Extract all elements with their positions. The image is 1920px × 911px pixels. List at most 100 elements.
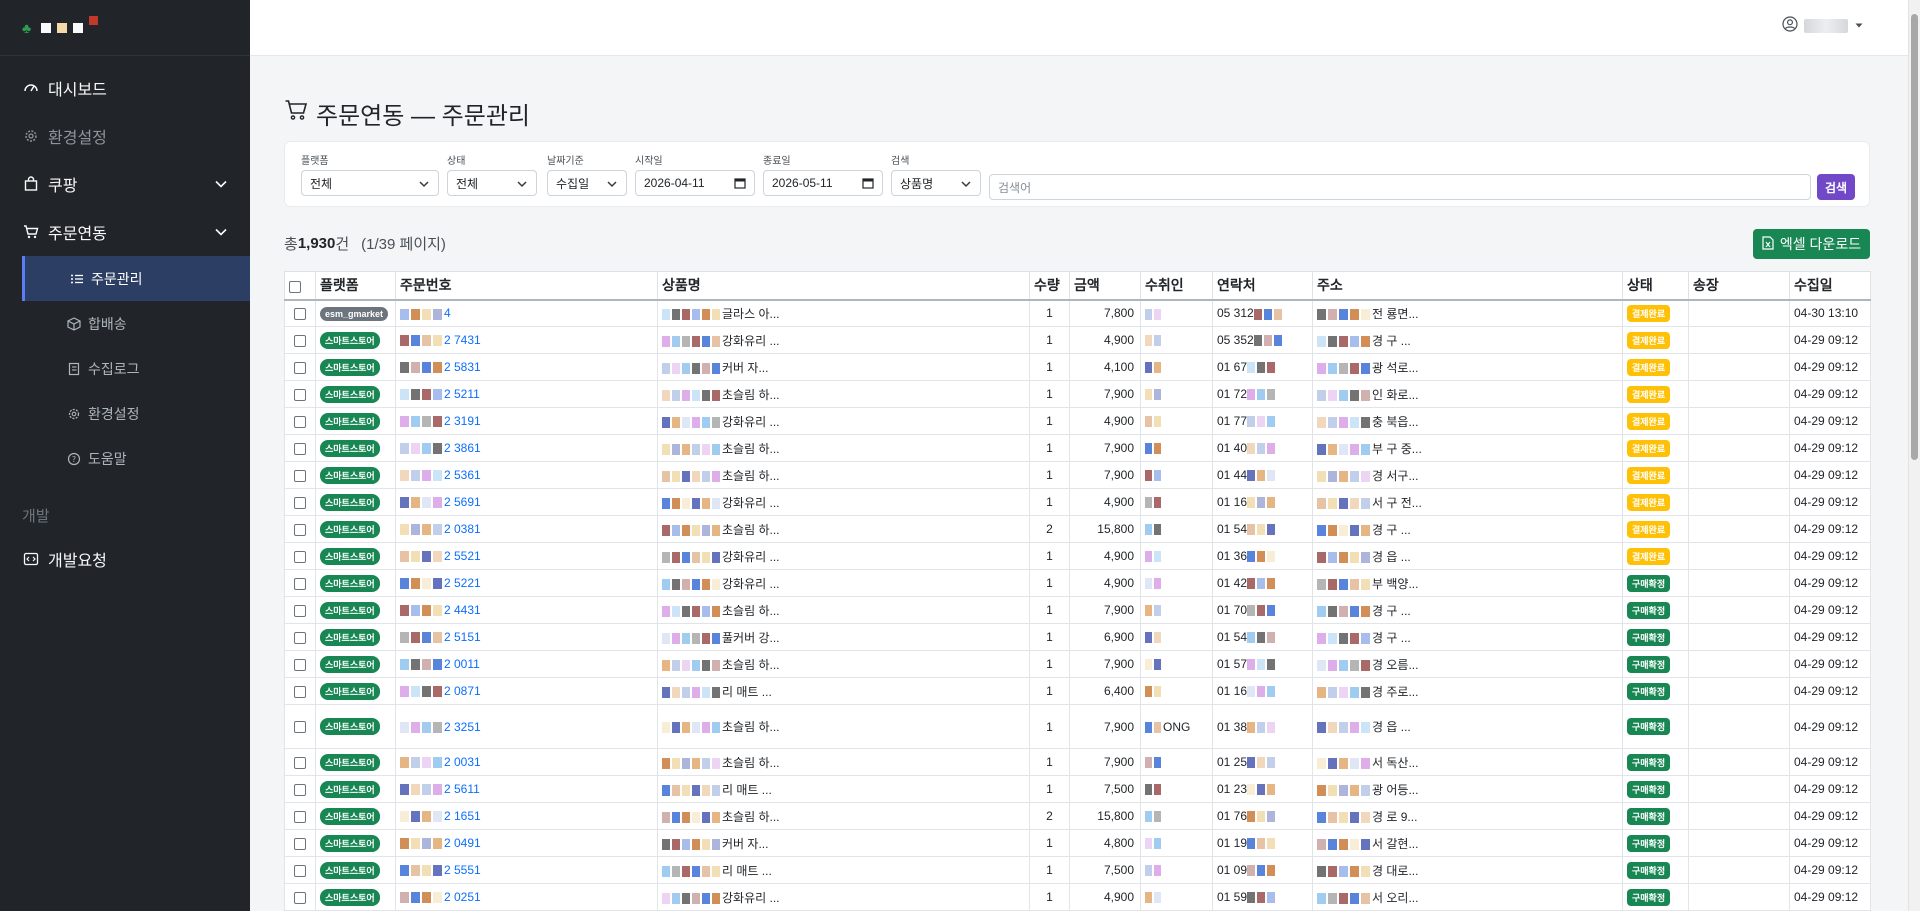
- date-basis-select[interactable]: 수집일: [547, 170, 627, 196]
- order-number-link[interactable]: 2 0011: [444, 657, 480, 671]
- row-checkbox[interactable]: [294, 577, 306, 590]
- table-row[interactable]: 스마트스토어 2 1651 초슬림 하... 2 15,800 01 76 경 로 9...…: [284, 802, 1871, 830]
- order-number-cell[interactable]: 2 5221: [395, 569, 658, 597]
- order-number-cell[interactable]: 2 5551: [395, 856, 658, 884]
- calendar-icon[interactable]: [734, 177, 746, 192]
- table-row[interactable]: 스마트스토어 2 5151 풀커버 강... 1 6,900 01 54 경 구 ... 구매…: [284, 623, 1871, 651]
- col-address[interactable]: 주소: [1312, 271, 1623, 301]
- col-order-number[interactable]: 주문번호: [395, 271, 658, 301]
- search-input[interactable]: 검색어: [989, 174, 1811, 200]
- excel-download-button[interactable]: 엑셀 다운로드: [1753, 229, 1870, 259]
- col-product[interactable]: 상품명: [657, 271, 1030, 301]
- sidebar-item-dashboard[interactable]: 대시보드: [0, 64, 250, 112]
- end-date-input[interactable]: 2026-05-11: [763, 170, 883, 196]
- order-number-cell[interactable]: 2 0031: [395, 748, 658, 776]
- row-checkbox[interactable]: [294, 550, 306, 563]
- table-row[interactable]: 스마트스토어 2 3861 초슬림 하... 1 7,900 01 40 부 구 중... 결…: [284, 434, 1871, 462]
- order-number-link[interactable]: 2 5831: [444, 360, 481, 374]
- search-button[interactable]: 검색: [1817, 174, 1855, 200]
- table-row[interactable]: 스마트스토어 2 3191 강화유리 ... 1 4,900 01 77 충 북읍... 결제…: [284, 407, 1871, 435]
- order-number-link[interactable]: 2 7431: [444, 333, 481, 347]
- row-checkbox[interactable]: [294, 388, 306, 401]
- order-number-link[interactable]: 2 5521: [444, 549, 481, 563]
- order-number-link[interactable]: 2 3191: [444, 414, 481, 428]
- scrollbar-thumb[interactable]: [1911, 14, 1918, 460]
- order-number-link[interactable]: 2 0871: [444, 684, 481, 698]
- order-number-link[interactable]: 2 5221: [444, 576, 481, 590]
- order-number-cell[interactable]: 2 7431: [395, 326, 658, 354]
- order-number-link[interactable]: 2 3251: [444, 720, 481, 734]
- row-checkbox[interactable]: [294, 496, 306, 509]
- col-status[interactable]: 상태: [1622, 271, 1689, 301]
- order-number-cell[interactable]: 4: [395, 299, 658, 327]
- row-checkbox[interactable]: [294, 756, 306, 769]
- order-number-link[interactable]: 4: [444, 306, 451, 320]
- table-row[interactable]: 스마트스토어 2 5611 리 매트 ... 1 7,500 01 23 광 어등... 구매…: [284, 775, 1871, 803]
- row-checkbox[interactable]: [294, 685, 306, 698]
- select-all-checkbox[interactable]: [289, 280, 301, 293]
- order-number-link[interactable]: 2 5361: [444, 468, 481, 482]
- col-amount[interactable]: 금액: [1069, 271, 1141, 301]
- order-number-cell[interactable]: 2 5361: [395, 461, 658, 489]
- order-number-cell[interactable]: 2 3191: [395, 407, 658, 435]
- order-number-cell[interactable]: 2 5691: [395, 488, 658, 516]
- order-number-link[interactable]: 2 0031: [444, 755, 481, 769]
- search-field-select[interactable]: 상품명: [891, 170, 981, 196]
- table-row[interactable]: 스마트스토어 2 5831 커버 자... 1 4,100 01 67 광 석로... 결제완…: [284, 353, 1871, 381]
- row-checkbox[interactable]: [294, 334, 306, 347]
- order-number-link[interactable]: 2 0491: [444, 836, 481, 850]
- order-number-cell[interactable]: 2 3861: [395, 434, 658, 462]
- sidebar-subitem-combined-shipping[interactable]: 합배송: [0, 301, 250, 346]
- table-row[interactable]: 스마트스토어 2 0011 초슬림 하... 1 7,900 01 57 경 오름... 구매…: [284, 650, 1871, 678]
- table-row[interactable]: esm_gmarket 4 글라스 아... 1 7,800 05 312 전 룡면... 결…: [284, 299, 1871, 327]
- order-number-cell[interactable]: 2 4431: [395, 596, 658, 624]
- sidebar-item-settings[interactable]: 환경설정: [0, 112, 250, 160]
- row-checkbox[interactable]: [294, 631, 306, 644]
- order-number-cell[interactable]: 2 5151: [395, 623, 658, 651]
- order-number-link[interactable]: 2 5691: [444, 495, 481, 509]
- user-menu[interactable]: [1782, 16, 1864, 35]
- table-row[interactable]: 스마트스토어 2 4431 초슬림 하... 1 7,900 01 70 경 구 ... 구매…: [284, 596, 1871, 624]
- row-checkbox[interactable]: [294, 308, 306, 321]
- order-number-link[interactable]: 2 0381: [444, 522, 481, 536]
- order-number-cell[interactable]: 2 5611: [395, 775, 658, 803]
- status-select[interactable]: 전체: [447, 170, 537, 196]
- order-number-cell[interactable]: 2 0491: [395, 829, 658, 857]
- table-row[interactable]: 스마트스토어 2 0251 강화유리 ... 1 4,900 01 59 서 오리... 구매…: [284, 883, 1871, 911]
- order-number-link[interactable]: 2 5611: [444, 782, 480, 796]
- order-number-cell[interactable]: 2 5211: [395, 380, 658, 408]
- col-invoice[interactable]: 송장: [1688, 271, 1790, 301]
- row-checkbox[interactable]: [294, 523, 306, 536]
- sidebar-subitem-collect-log[interactable]: 수집로그: [0, 346, 250, 391]
- row-checkbox[interactable]: [294, 891, 306, 904]
- row-checkbox[interactable]: [294, 721, 306, 734]
- page-scrollbar[interactable]: [1908, 0, 1920, 911]
- sidebar-subitem-order-management[interactable]: 주문관리: [22, 256, 250, 301]
- col-qty[interactable]: 수량: [1029, 271, 1070, 301]
- table-row[interactable]: 스마트스토어 2 3251 초슬림 하... 1 7,900 ONG 01 38 경 읍 ..…: [284, 704, 1871, 749]
- order-number-cell[interactable]: 2 0251: [395, 883, 658, 911]
- calendar-icon[interactable]: [862, 177, 874, 192]
- table-row[interactable]: 스마트스토어 2 5551 리 매트 ... 1 7,500 01 09 경 대로... 구매…: [284, 856, 1871, 884]
- row-checkbox[interactable]: [294, 864, 306, 877]
- order-number-cell[interactable]: 2 5831: [395, 353, 658, 381]
- order-number-cell[interactable]: 2 0381: [395, 515, 658, 543]
- col-recipient[interactable]: 수취인: [1140, 271, 1213, 301]
- order-number-cell[interactable]: 2 1651: [395, 802, 658, 830]
- sidebar-item-dev-request[interactable]: 개발요청: [0, 535, 250, 583]
- order-number-link[interactable]: 2 5151: [444, 630, 481, 644]
- sidebar-item-orders[interactable]: 주문연동: [0, 208, 250, 256]
- table-row[interactable]: 스마트스토어 2 0491 커버 자... 1 4,800 01 19 서 갈현... 구매확…: [284, 829, 1871, 857]
- table-row[interactable]: 스마트스토어 2 5211 초슬림 하... 1 7,900 01 72 인 화로... 결제…: [284, 380, 1871, 408]
- sidebar-item-coupang[interactable]: 쿠팡: [0, 160, 250, 208]
- row-checkbox[interactable]: [294, 469, 306, 482]
- col-platform[interactable]: 플랫폼: [315, 271, 396, 301]
- platform-select[interactable]: 전체: [301, 170, 439, 196]
- table-row[interactable]: 스마트스토어 2 5221 강화유리 ... 1 4,900 01 42 부 백양... 구매…: [284, 569, 1871, 597]
- col-phone[interactable]: 연락처: [1212, 271, 1313, 301]
- row-checkbox[interactable]: [294, 658, 306, 671]
- order-number-link[interactable]: 2 0251: [444, 890, 481, 904]
- brand-logo[interactable]: ♣: [0, 0, 250, 56]
- order-number-link[interactable]: 2 5211: [444, 387, 480, 401]
- row-checkbox[interactable]: [294, 783, 306, 796]
